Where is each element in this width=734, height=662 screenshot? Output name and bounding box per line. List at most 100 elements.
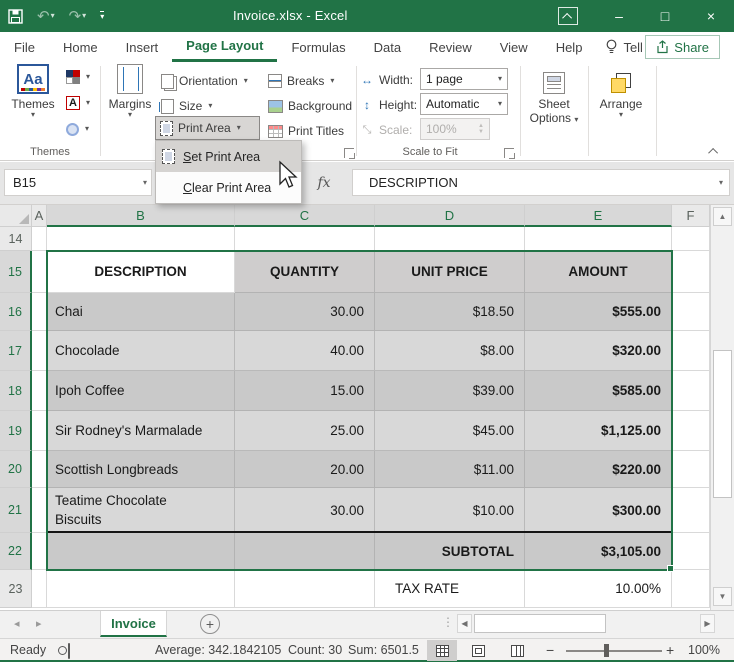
cell-c15[interactable]: QUANTITY [235,251,375,293]
cell-d14[interactable] [375,227,525,251]
cell-c20[interactable]: 20.00 [235,451,375,488]
cell-c21[interactable]: 30.00 [235,488,375,533]
cell-e15[interactable]: AMOUNT [525,251,672,293]
zoom-level[interactable]: 100% [688,643,720,657]
cell-d21[interactable]: $10.00 [375,488,525,533]
row-header-22[interactable]: 22 [0,533,32,570]
tab-help[interactable]: Help [542,32,597,62]
row-header-14[interactable]: 14 [0,227,32,251]
page-break-preview-button[interactable] [502,640,532,661]
cell-b22[interactable] [47,533,235,570]
scale-to-fit-dialog-launcher-icon[interactable] [504,148,514,158]
themes-button[interactable]: Aa Themes ▾ [5,64,61,144]
normal-view-button[interactable] [427,640,457,661]
cell-b18[interactable]: Ipoh Coffee [47,371,235,411]
background-button[interactable]: Background [264,94,356,118]
cell-c14[interactable] [235,227,375,251]
name-box-caret-icon[interactable]: ▾ [143,178,147,187]
cell-c17[interactable]: 40.00 [235,331,375,371]
redo-caret-icon[interactable]: ▾ [82,12,86,20]
cell-f19[interactable] [672,411,710,451]
page-layout-view-button[interactable] [463,640,493,661]
scroll-up-icon[interactable]: ▲ [713,207,732,226]
formula-input[interactable]: DESCRIPTION ▾ [352,169,730,196]
cell-a15[interactable] [32,251,47,293]
cell-d20[interactable]: $11.00 [375,451,525,488]
column-header-f[interactable]: F [672,205,710,227]
tab-splitter-icon[interactable]: ⋮ [442,615,455,629]
orientation-button[interactable]: Orientation ▾ [157,69,252,93]
cell-f15[interactable] [672,251,710,293]
cell-c16[interactable]: 30.00 [235,293,375,331]
menu-item-clear-print-area[interactable]: Clear Print Area [156,172,301,203]
cell-e19[interactable]: $1,125.00 [525,411,672,451]
cell-a22[interactable] [32,533,47,570]
collapse-ribbon-icon[interactable] [706,148,722,158]
page-setup-dialog-launcher-icon[interactable] [344,148,354,158]
zoom-in-icon[interactable]: + [666,642,674,658]
cell-a20[interactable] [32,451,47,488]
size-button[interactable]: Size ▾ [157,94,216,118]
horizontal-scrollbar[interactable]: ◀ ▶ [455,613,717,635]
cell-e17[interactable]: $320.00 [525,331,672,371]
row-header-18[interactable]: 18 [0,371,32,411]
cell-d22-subtotal-label[interactable]: SUBTOTAL [375,533,525,570]
height-combo[interactable]: Automatic ▾ [420,93,508,115]
tab-formulas[interactable]: Formulas [277,32,359,62]
zoom-slider-track[interactable] [566,650,662,652]
close-button[interactable]: × [688,0,734,32]
cell-e22-subtotal-value[interactable]: $3,105.00 [525,533,672,570]
cell-f18[interactable] [672,371,710,411]
cell-b15-active[interactable]: DESCRIPTION [47,251,235,293]
tab-review[interactable]: Review [415,32,486,62]
insert-function-icon[interactable]: fx [300,169,348,196]
column-header-e[interactable]: E [525,205,672,227]
cell-f16[interactable] [672,293,710,331]
print-area-button[interactable]: Print Area ▾ [155,116,260,140]
ribbon-display-options-icon[interactable] [558,7,578,25]
name-box[interactable]: B15 ▾ [4,169,152,196]
cell-f20[interactable] [672,451,710,488]
cell-d19[interactable]: $45.00 [375,411,525,451]
vertical-scrollbar-thumb[interactable] [713,350,732,498]
cell-e23-tax-value[interactable]: 10.00% [525,570,672,608]
minimize-button[interactable]: – [596,0,642,32]
cell-d18[interactable]: $39.00 [375,371,525,411]
cell-b14[interactable] [47,227,235,251]
cell-c23[interactable] [235,570,375,608]
cell-f17[interactable] [672,331,710,371]
cell-c18[interactable]: 15.00 [235,371,375,411]
column-header-b[interactable]: B [47,205,235,227]
arrange-button[interactable]: Arrange ▾ [592,64,650,144]
macro-record-icon[interactable] [68,643,70,659]
cell-d15[interactable]: UNIT PRICE [375,251,525,293]
cell-d17[interactable]: $8.00 [375,331,525,371]
column-header-a[interactable]: A [32,205,47,227]
margins-button[interactable]: Margins ▾ [106,64,154,144]
undo-icon[interactable]: ↶▾ [37,9,55,24]
row-header-16[interactable]: 16 [0,293,32,331]
column-header-d[interactable]: D [375,205,525,227]
cell-b20[interactable]: Scottish Longbreads [47,451,235,488]
undo-caret-icon[interactable]: ▾ [51,12,55,20]
theme-colors-button[interactable]: ▾ [62,65,94,89]
tab-data[interactable]: Data [360,32,415,62]
cell-b19[interactable]: Sir Rodney's Marmalade [47,411,235,451]
menu-item-set-print-area[interactable]: Set Print Area [156,141,301,172]
cell-f21[interactable] [672,488,710,533]
sheet-options-button[interactable]: SheetOptions ▾ [524,64,584,144]
cell-d23-tax-label[interactable]: TAX RATE [375,570,525,608]
cell-e16[interactable]: $555.00 [525,293,672,331]
row-header-17[interactable]: 17 [0,331,32,371]
cell-a23[interactable] [32,570,47,608]
tab-page-layout[interactable]: Page Layout [172,32,277,62]
sheet-nav-left-icon[interactable]: ◂ [14,617,20,630]
row-header-20[interactable]: 20 [0,451,32,488]
cell-b21[interactable]: Teatime Chocolate Biscuits [47,488,235,533]
expand-formula-bar-icon[interactable]: ▾ [719,178,723,187]
select-all-corner[interactable] [0,205,32,227]
theme-effects-button[interactable]: ▾ [62,117,93,141]
cell-a18[interactable] [32,371,47,411]
zoom-out-icon[interactable]: − [546,642,554,658]
cell-a21[interactable] [32,488,47,533]
